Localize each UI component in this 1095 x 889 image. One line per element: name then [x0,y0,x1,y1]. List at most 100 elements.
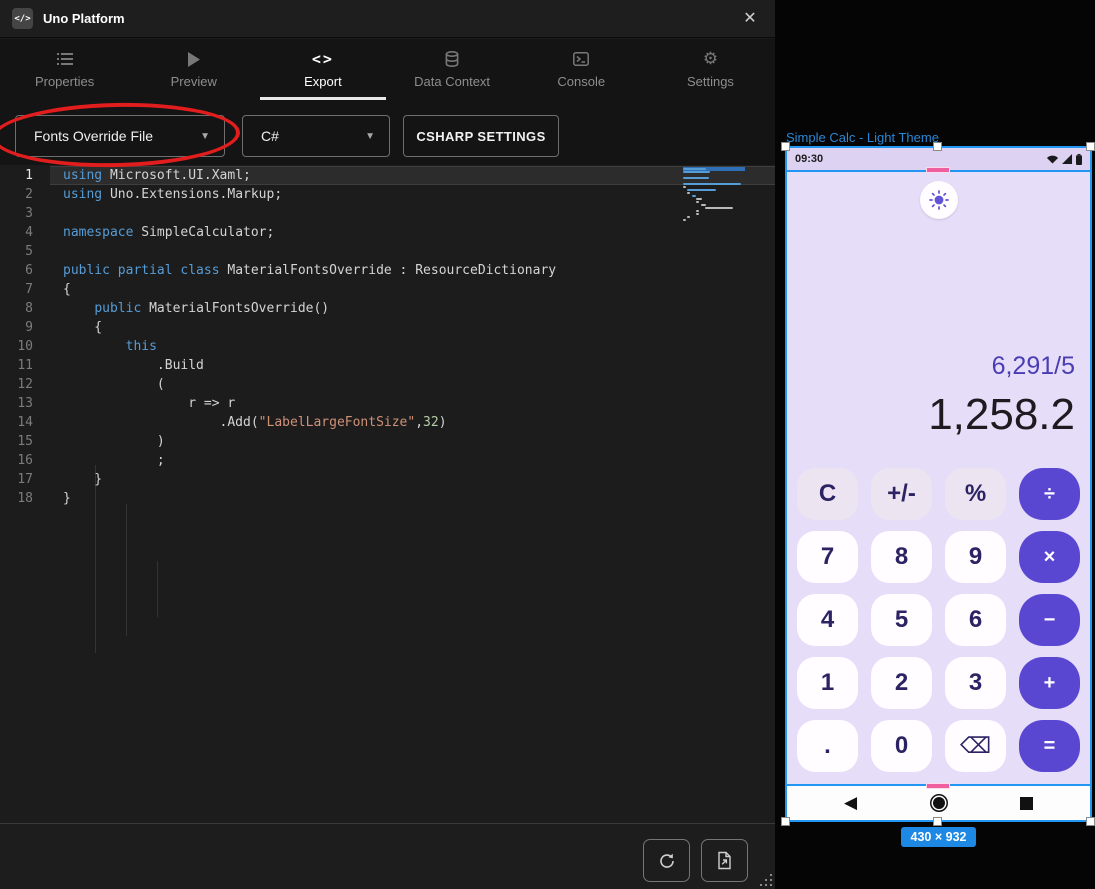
tab-label: Data Context [414,74,490,89]
key-8[interactable]: 8 [871,531,932,583]
element-handle-top[interactable] [926,167,950,173]
code-line: 8 public MaterialFontsOverride() [0,299,680,318]
file-dropdown-value: Fonts Override File [34,128,153,144]
selection-handle-top-left[interactable] [781,142,790,151]
home-circle-icon [933,797,945,809]
export-file-button[interactable] [701,839,748,882]
nav-back-button[interactable]: ◀ [838,790,864,816]
tab-preview[interactable]: Preview [129,39,258,100]
key-plus-minus[interactable]: +/- [871,468,932,520]
code-brackets-icon: </> [12,8,33,29]
key-divide[interactable]: ÷ [1019,468,1080,520]
key-equals[interactable]: = [1019,720,1080,772]
export-toolbar: Fonts Override File ▼ C# ▼ CSHARP SETTIN… [0,100,775,165]
code-line: 9 { [0,318,680,337]
status-icons [1046,154,1082,165]
selection-handle-top-center[interactable] [933,142,942,151]
code-line: 11 .Build [0,356,680,375]
key-1[interactable]: 1 [797,657,858,709]
code-line: 15 ) [0,432,680,451]
size-badge-container: 430 × 932 [785,827,1092,847]
screen: </> Uno Platform ✕ Properties Preview <> Ex… [0,0,1095,889]
line-number: 1 [0,166,46,185]
phone-preview-frame[interactable]: 09:30 6,291/5 [785,146,1092,822]
key-9[interactable]: 9 [945,531,1006,583]
chevron-down-icon: ▼ [353,131,375,142]
key-5[interactable]: 5 [871,594,932,646]
key-7[interactable]: 7 [797,531,858,583]
line-number: 6 [0,261,46,280]
file-dropdown[interactable]: Fonts Override File ▼ [15,115,225,157]
code-line: 16 ; [0,451,680,470]
display-result: 1,258.2 [928,388,1075,442]
line-number: 11 [0,356,46,375]
tab-label: Properties [35,74,94,89]
resize-grip[interactable] [770,884,772,886]
footer-bar [0,823,775,889]
terminal-icon [573,50,589,68]
line-number: 7 [0,280,46,299]
element-handle-bottom[interactable] [926,783,950,789]
key-multiply[interactable]: × [1019,531,1080,583]
indent-guide [157,561,158,617]
key-clear[interactable]: C [797,468,858,520]
nav-recents-button[interactable] [1014,790,1040,816]
nav-home-button[interactable] [926,790,952,816]
key-3[interactable]: 3 [945,657,1006,709]
line-number: 13 [0,394,46,413]
size-badge: 430 × 932 [901,827,977,847]
code-icon: <> [312,50,334,68]
csharp-settings-button[interactable]: CSHARP SETTINGS [403,115,559,157]
code-line: 4namespace SimpleCalculator; [0,223,680,242]
line-number: 5 [0,242,46,261]
selection-handle-bottom-left[interactable] [781,817,790,826]
title-bar: </> Uno Platform ✕ [0,0,775,38]
code-lines: 1using Microsoft.UI.Xaml;2using Uno.Exte… [0,166,680,508]
status-time: 09:30 [795,153,823,165]
tab-console[interactable]: Console [517,39,646,100]
language-dropdown[interactable]: C# ▼ [242,115,390,157]
selection-handle-bottom-right[interactable] [1086,817,1095,826]
line-number: 17 [0,470,46,489]
tab-data-context[interactable]: Data Context [388,39,517,100]
key-0[interactable]: 0 [871,720,932,772]
tab-bar: Properties Preview <> Export Data Context Con… [0,39,775,100]
display-expression: 6,291/5 [928,350,1075,382]
key-decimal[interactable]: . [797,720,858,772]
window-title: Uno Platform [43,11,125,26]
minimap[interactable] [683,167,745,217]
code-line: 1using Microsoft.UI.Xaml; [0,166,680,185]
key-add[interactable]: + [1019,657,1080,709]
line-number: 14 [0,413,46,432]
code-editor[interactable]: 1using Microsoft.UI.Xaml;2using Uno.Exte… [0,165,775,823]
tab-properties[interactable]: Properties [0,39,129,100]
code-line: 18} [0,489,680,508]
line-number: 10 [0,337,46,356]
uno-platform-panel: </> Uno Platform ✕ Properties Preview <> Ex… [0,0,775,889]
tab-export[interactable]: <> Export [258,39,387,100]
code-line: 10 this [0,337,680,356]
sun-icon [929,190,949,210]
line-number: 16 [0,451,46,470]
key-6[interactable]: 6 [945,594,1006,646]
tab-label: Settings [687,74,734,89]
line-number: 4 [0,223,46,242]
tab-settings[interactable]: ⚙ Settings [646,39,775,100]
gear-icon: ⚙ [703,50,718,68]
language-dropdown-value: C# [261,128,279,144]
key-backspace[interactable]: ⌫ [945,720,1006,772]
key-4[interactable]: 4 [797,594,858,646]
key-subtract[interactable]: − [1019,594,1080,646]
database-icon [445,50,459,68]
list-icon [57,50,73,68]
key-percent[interactable]: % [945,468,1006,520]
theme-toggle-button[interactable] [920,181,958,219]
refresh-button[interactable] [643,839,690,882]
recents-square-icon [1020,797,1033,810]
close-icon[interactable]: ✕ [739,8,761,30]
selection-handle-bottom-center[interactable] [933,817,942,826]
tab-label: Export [304,74,342,89]
selection-handle-top-right[interactable] [1086,142,1095,151]
key-2[interactable]: 2 [871,657,932,709]
code-line: 2using Uno.Extensions.Markup; [0,185,680,204]
